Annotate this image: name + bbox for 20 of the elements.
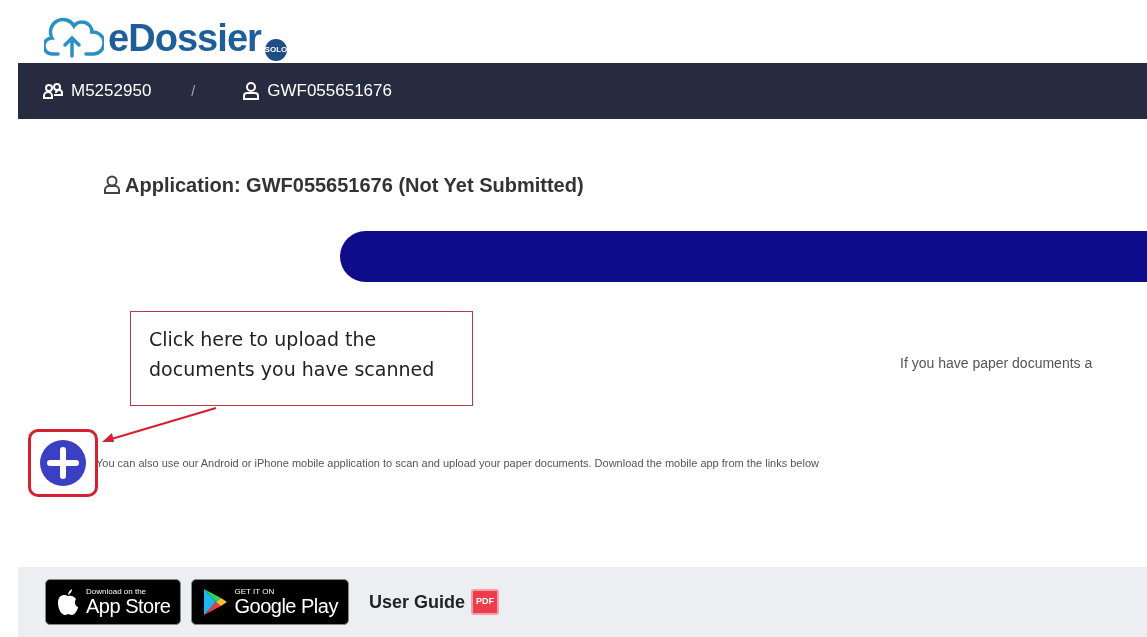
store-badge[interactable]: GET IT ON Google Play bbox=[191, 579, 349, 625]
breadcrumb-link[interactable]: M5252950 bbox=[71, 78, 152, 104]
plus-icon bbox=[40, 440, 86, 486]
callout-box: Click here to upload the documents you have scanned bbox=[130, 311, 473, 406]
store-badge[interactable]: Download on the App Store bbox=[45, 579, 182, 625]
person-icon bbox=[243, 82, 260, 100]
application-title: Application: GWF055651676 (Not Yet Submitted) bbox=[125, 173, 584, 198]
add-document-button[interactable] bbox=[28, 429, 98, 497]
users-icon bbox=[43, 83, 63, 99]
solo-badge: SOLO bbox=[264, 39, 287, 61]
logo-text: eDossier bbox=[108, 18, 261, 57]
apple-icon bbox=[56, 588, 80, 616]
paper-note: If you have paper documents a bbox=[900, 354, 1093, 373]
cloud-upload-icon bbox=[44, 15, 104, 60]
user-guide-link[interactable]: User Guide bbox=[368, 588, 465, 616]
person-icon bbox=[103, 175, 121, 195]
play-store-icon bbox=[202, 588, 229, 616]
breadcrumb-link[interactable]: GWF055651676 bbox=[267, 78, 392, 104]
pdf-badge: PDF bbox=[470, 589, 499, 615]
breadcrumb-separator: / bbox=[191, 81, 196, 101]
